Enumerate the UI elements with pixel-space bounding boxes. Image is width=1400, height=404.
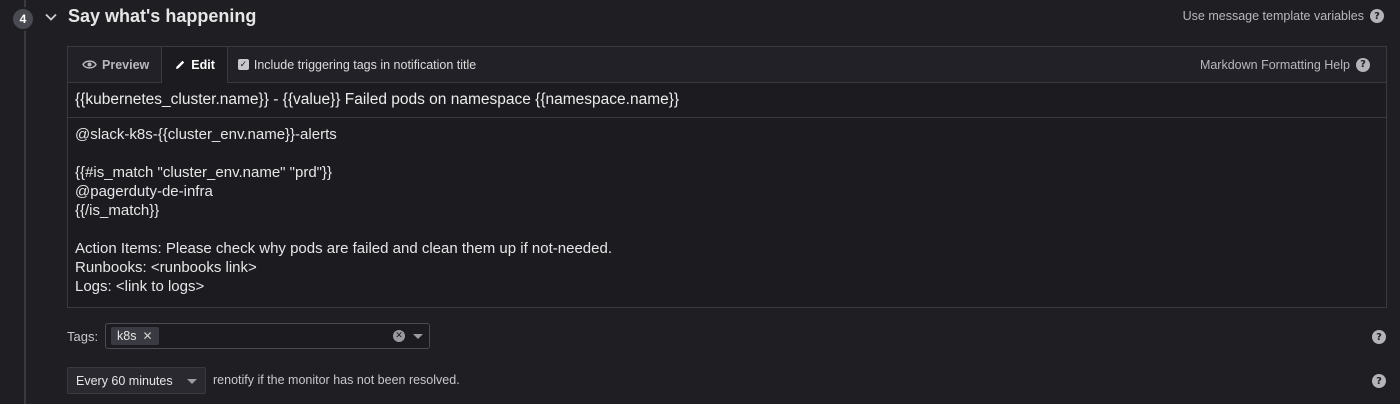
help-icon[interactable]: ?	[1356, 57, 1370, 72]
tab-edit-label: Edit	[191, 58, 215, 72]
help-icon[interactable]: ?	[1372, 330, 1386, 344]
help-icon[interactable]: ?	[1370, 9, 1384, 23]
pencil-icon	[176, 60, 185, 69]
include-tags-label: Include triggering tags in notification …	[253, 57, 477, 72]
tag-chip: k8s ✕	[111, 327, 159, 345]
tags-label: Tags:	[67, 329, 99, 344]
markdown-help-label: Markdown Formatting Help	[1199, 57, 1350, 72]
chevron-down-icon[interactable]	[44, 10, 58, 24]
tab-edit[interactable]: Edit	[161, 47, 228, 83]
checkbox-checked-icon[interactable]: ✓	[237, 59, 249, 70]
eye-icon	[82, 60, 97, 69]
caret-down-icon	[187, 379, 197, 384]
template-variables-link[interactable]: Use message template variables ?	[1183, 9, 1384, 23]
help-icon[interactable]: ?	[1372, 374, 1386, 388]
caret-down-icon[interactable]	[413, 334, 423, 339]
tags-input[interactable]: k8s ✕ ✕	[105, 323, 430, 349]
close-icon[interactable]: ✕	[142, 329, 152, 343]
step-rail-line	[24, 0, 26, 404]
renotify-description: renotify if the monitor has not been res…	[213, 373, 460, 387]
markdown-help-link[interactable]: Markdown Formatting Help ?	[1200, 47, 1370, 82]
renotify-selected-value: Every 60 minutes	[76, 373, 173, 388]
template-variables-label: Use message template variables	[1182, 9, 1364, 23]
editor-toolbar: Preview Edit ✓ Include triggering tags i…	[68, 47, 1386, 83]
include-tags-checkbox[interactable]: ✓ Include triggering tags in notificatio…	[228, 47, 476, 82]
tag-chip-label: k8s	[117, 329, 137, 343]
clear-icon[interactable]: ✕	[393, 330, 405, 342]
section-title: Say what's happening	[68, 6, 257, 26]
tab-preview-label: Preview	[102, 57, 150, 72]
renotify-interval-select[interactable]: Every 60 minutes	[67, 367, 206, 394]
tab-preview[interactable]: Preview	[68, 47, 161, 82]
message-editor: Preview Edit ✓ Include triggering tags i…	[67, 46, 1387, 308]
notification-title-input[interactable]: {{kubernetes_cluster.name}} - {{value}} …	[68, 83, 1386, 118]
step-number-badge: 4	[11, 7, 35, 31]
message-body-textarea[interactable]: @slack-k8s-{{cluster_env.name}}-alerts {…	[68, 118, 1386, 303]
